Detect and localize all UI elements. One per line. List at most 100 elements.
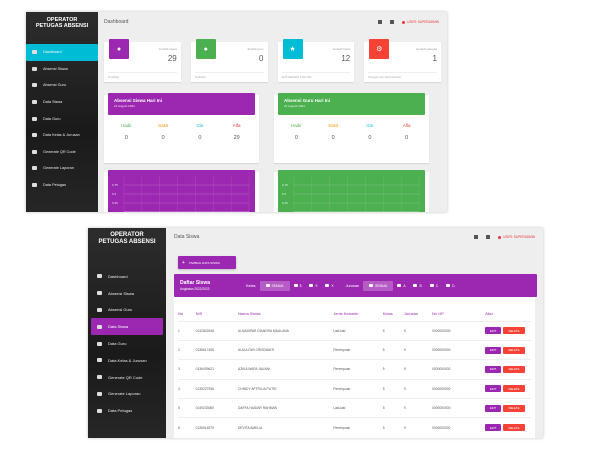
table-cell: 0136914879: [195, 417, 238, 438]
sidebar-item-label: Absensi Siswa: [43, 66, 68, 71]
user-menu[interactable]: USER: SUPERADMIN: [402, 20, 439, 24]
edit-label: EDIT: [489, 328, 497, 333]
table-cell: Laki-laki: [333, 320, 383, 341]
delete-button[interactable]: DELETE: [503, 327, 526, 335]
sidebar-item-generate-qr-code[interactable]: Generate QR Code: [91, 369, 163, 386]
edit-label: EDIT: [489, 406, 497, 411]
y-tick-label: 0.25: [112, 201, 118, 205]
generate-laporan-icon: [97, 391, 102, 396]
table-cell: Perempuan: [333, 417, 383, 438]
column-header: Aksi: [485, 311, 493, 317]
table-row: 4 0135227536 CHINDY AFTRILIA PUTRI Perempua…: [178, 378, 531, 399]
column-header: Jenis Kelamin: [333, 311, 359, 317]
absensi-siswa-icon: [32, 66, 37, 71]
person-icon: ●: [109, 39, 129, 59]
delete-button[interactable]: DELETE: [503, 365, 526, 373]
delete-button[interactable]: DELETE: [503, 404, 526, 412]
user-menu[interactable]: USER: SUPERADMIN: [498, 235, 535, 239]
kelas-option-label: X: [331, 283, 334, 288]
sidebar-item-data-kelas-jurusan[interactable]: Data Kelas & Jurusan: [26, 127, 98, 144]
edit-button[interactable]: EDIT: [485, 346, 502, 354]
jurusan-option-a[interactable]: A: [393, 281, 409, 291]
delete-button[interactable]: DELETE: [503, 424, 526, 432]
attendance-value-sakit: 0: [331, 135, 335, 141]
sidebar-item-label: Generate QR Code: [43, 149, 76, 154]
table-row: 3 0136409621 AZKIA WAFA JAUANI Perempuan 5 9 0…: [178, 359, 531, 380]
jurusan-option-b[interactable]: B: [409, 281, 425, 291]
edit-button[interactable]: EDIT: [485, 385, 502, 393]
sidebar-item-data-petugas[interactable]: Data Petugas: [91, 402, 163, 419]
absensi-siswa-icon: [97, 291, 102, 296]
sidebar-item-generate-qr-code[interactable]: Generate QR Code: [26, 144, 98, 161]
table-cell: 5: [382, 378, 404, 399]
data-siswa-icon: [32, 100, 37, 105]
sidebar-item-data-guru[interactable]: Data Guru: [26, 110, 98, 127]
jurusan-option-d[interactable]: D: [442, 281, 458, 291]
sidebar-item-data-petugas[interactable]: Data Petugas: [26, 177, 98, 194]
sidebar-item-generate-laporan[interactable]: Generate Laporan: [91, 386, 163, 403]
stat-value: 0: [259, 54, 264, 63]
table-cell: Perempuan: [333, 359, 383, 380]
table-cell: 0000000000: [432, 339, 486, 360]
star-icon: ★: [282, 39, 303, 59]
grid-icon[interactable]: [378, 20, 383, 24]
sidebar-item-data-kelas-jurusan[interactable]: Data Kelas & Jurusan: [91, 352, 163, 369]
attendance-labels: Hadir Sakit Izin Alfa: [278, 123, 425, 128]
stat-footer: Terdaftar: [108, 72, 177, 79]
edit-button[interactable]: EDIT: [485, 424, 502, 432]
stat-footer: Petugas dan Administrator: [368, 72, 437, 79]
attendance-values: 0 0 0 29: [108, 135, 255, 141]
table-cell: 5: [382, 359, 404, 380]
edit-label: EDIT: [489, 425, 497, 430]
gear-icon: ⚙: [369, 39, 390, 59]
sidebar-item-label: Generate Laporan: [108, 391, 141, 397]
kelas-option-x[interactable]: X: [321, 281, 337, 291]
delete-button[interactable]: DELETE: [503, 346, 526, 354]
sidebar-item-data-siswa[interactable]: Data Siswa: [26, 94, 98, 111]
table-cell: 0000000000: [432, 378, 486, 399]
list-icon[interactable]: [486, 235, 491, 239]
delete-label: DELETE: [508, 367, 520, 372]
data-kelas-jurusan-icon: [32, 133, 37, 138]
y-tick-label: 0.25: [282, 201, 288, 205]
group-icon: [325, 284, 330, 287]
kelas-option-9[interactable]: 9: [305, 281, 321, 291]
table-cell: 0132842648: [195, 320, 238, 341]
jurusan-option-c[interactable]: C: [426, 281, 442, 291]
attendance-labels: Hadir Sakit Izin Alfa: [108, 123, 255, 128]
y-tick-label: 0.5: [282, 192, 287, 196]
sidebar-item-dashboard[interactable]: Dashboard: [26, 44, 98, 61]
sidebar-item-data-guru[interactable]: Data Guru: [91, 335, 163, 352]
table-cell: 5: [382, 339, 404, 360]
stat-value: 12: [341, 54, 351, 63]
attendance-value-izin: 0: [198, 135, 202, 141]
kelas-option-semua[interactable]: SEMUA: [259, 280, 290, 291]
actions-cell: EDIT DELETE: [485, 378, 531, 399]
stat-category: Jumlah guru: [246, 47, 264, 51]
attendance-label-sakit: Sakit: [328, 123, 339, 128]
group-icon: [413, 284, 418, 287]
jurusan-option-semua[interactable]: SEMUA: [363, 280, 394, 291]
sidebar-item-absensi-guru[interactable]: Absensi Guru: [91, 302, 163, 319]
delete-button[interactable]: DELETE: [503, 385, 526, 393]
sidebar-item-absensi-siswa[interactable]: Absensi Siswa: [26, 61, 98, 78]
sidebar-item-data-siswa[interactable]: Data Siswa: [91, 318, 163, 336]
stat-card: ● Jumlah guru 0 Terdaftar: [190, 39, 268, 82]
stat-category: Jumlah petugas: [415, 47, 437, 51]
edit-button[interactable]: EDIT: [485, 365, 502, 373]
sidebar-item-dashboard[interactable]: Dashboard: [91, 268, 163, 285]
edit-button[interactable]: EDIT: [485, 327, 502, 335]
list-icon[interactable]: [390, 20, 395, 24]
table-cell: ALNADIPAR DIANDRA MAULANA: [238, 320, 334, 341]
grid-icon[interactable]: [474, 235, 479, 239]
kelas-option-8[interactable]: 8: [290, 281, 306, 291]
delete-label: DELETE: [508, 386, 520, 391]
edit-button[interactable]: EDIT: [485, 404, 502, 412]
sidebar-item-absensi-guru[interactable]: Absensi Guru: [26, 77, 98, 94]
sidebar-item-absensi-siswa[interactable]: Absensi Siswa: [91, 285, 163, 302]
add-student-button[interactable]: + TAMBAH DATA SISWA: [178, 256, 236, 269]
sidebar-item-label: Dashboard: [108, 273, 128, 279]
kelas-filter-label: Kelas: [246, 283, 256, 288]
sidebar-item-generate-laporan[interactable]: Generate Laporan: [26, 160, 98, 177]
sidebar-item-label: Data Guru: [43, 116, 61, 121]
